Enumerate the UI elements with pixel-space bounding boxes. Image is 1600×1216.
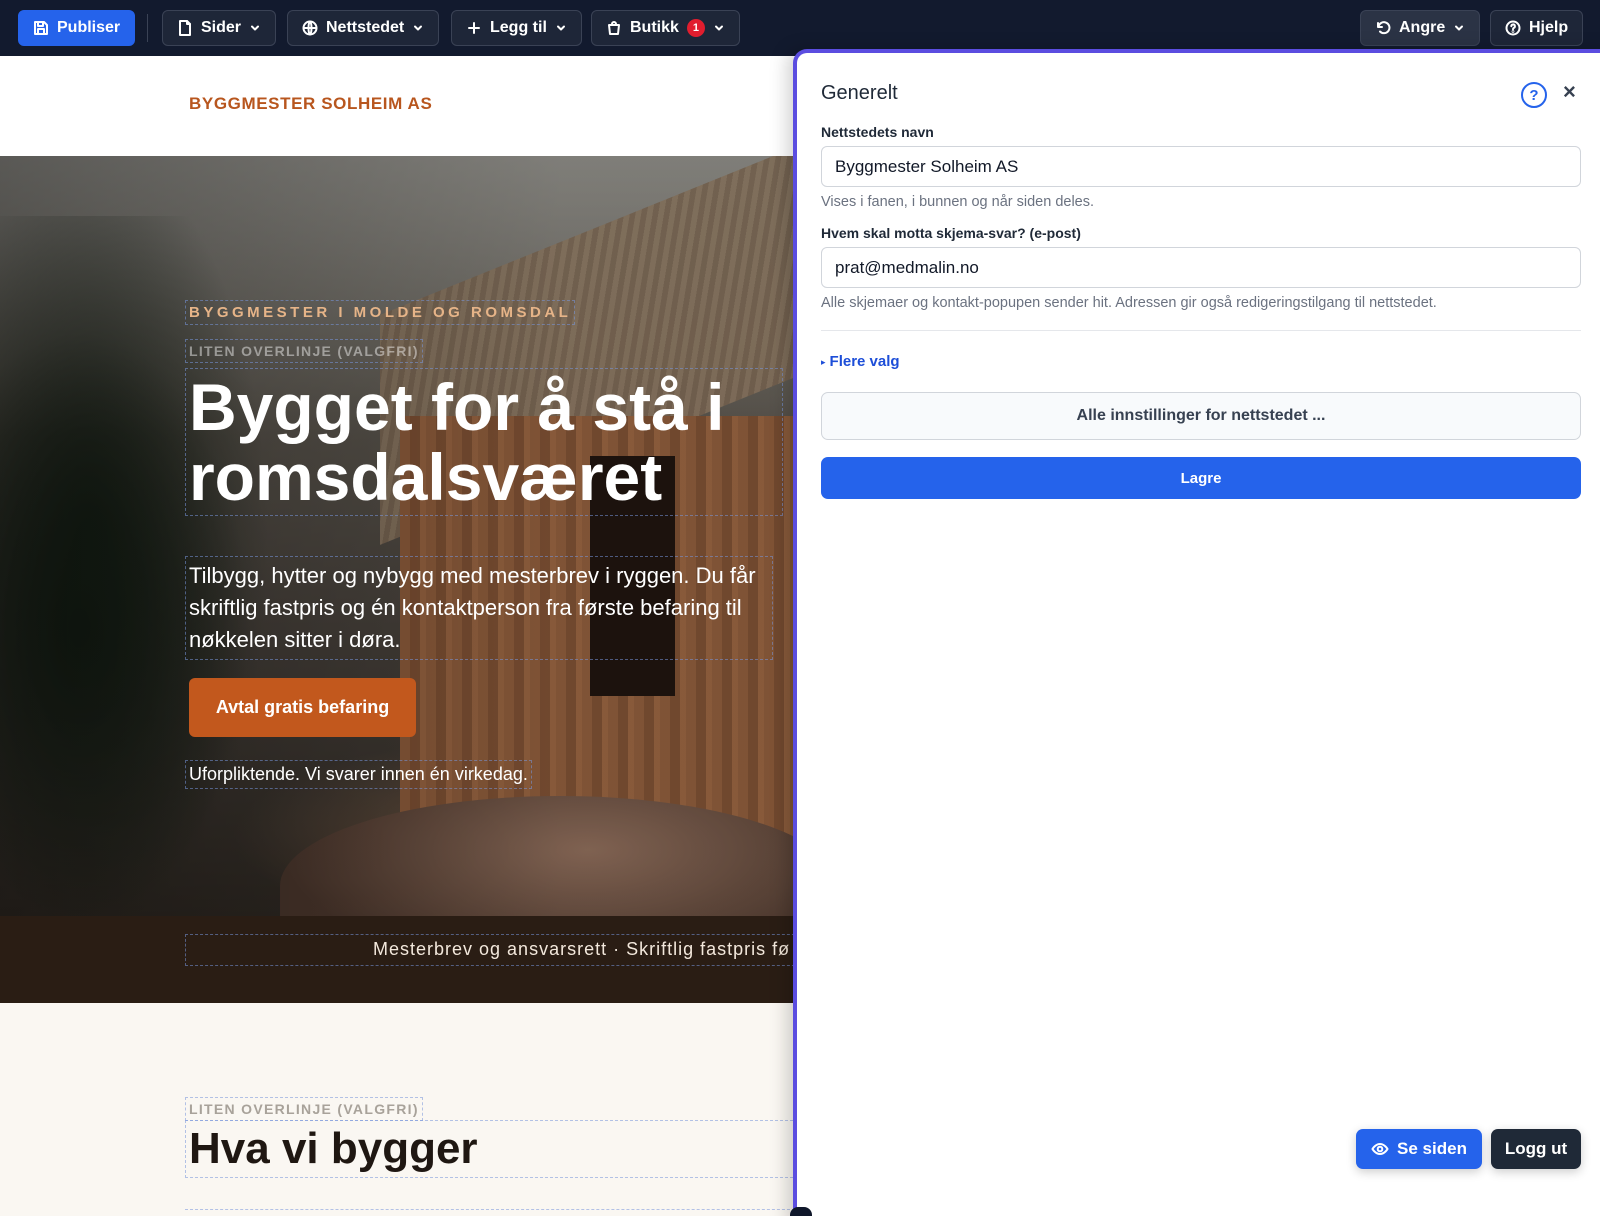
hero-description[interactable]: Tilbygg, hytter og nybygg med mesterbrev…: [185, 556, 773, 660]
eye-icon: [1371, 1142, 1389, 1156]
globe-icon: [302, 20, 318, 36]
hero-overline-placeholder[interactable]: LITEN OVERLINJE (VALGFRI): [185, 339, 423, 363]
save-button[interactable]: Lagre: [821, 457, 1581, 499]
shop-count-badge: 1: [686, 19, 705, 37]
editor-toolbar: Publiser Sider Nettstedet Legg til Butik…: [0, 0, 1600, 56]
shopping-bag-icon: [608, 21, 620, 35]
undo-label: Angre: [1399, 19, 1446, 36]
help-icon[interactable]: ?: [1521, 82, 1547, 108]
email-hint: Alle skjemaer og kontakt-popupen sender …: [821, 295, 1437, 311]
undo-icon: [1377, 21, 1391, 35]
hero-eyebrow[interactable]: BYGGMESTER I MOLDE OG ROMSDAL: [184, 300, 576, 325]
hero-title[interactable]: Bygget for å stå i romsdalsværet: [185, 368, 783, 516]
chevron-down-icon: [714, 25, 723, 31]
undo-menu-button[interactable]: Angre: [1360, 10, 1481, 46]
plus-icon: [468, 22, 480, 34]
logout-button[interactable]: Logg ut: [1491, 1129, 1581, 1169]
page-icon: [179, 20, 191, 36]
site-menu-button[interactable]: Nettstedet: [287, 10, 440, 46]
site-label: Nettstedet: [326, 19, 405, 36]
add-menu-button[interactable]: Legg til: [451, 10, 582, 46]
caret-right-icon: ▸: [821, 356, 826, 367]
hero-section: [0, 156, 800, 916]
add-label: Legg til: [490, 19, 547, 36]
view-site-label: Se siden: [1397, 1139, 1467, 1158]
next-editable-block[interactable]: [185, 1209, 805, 1216]
hero-image-overlay: [0, 156, 800, 916]
site-name-input[interactable]: Byggmester Solheim AS: [821, 146, 1581, 187]
panel-divider: [821, 330, 1581, 331]
view-site-button[interactable]: Se siden: [1356, 1129, 1482, 1169]
site-logo[interactable]: BYGGMESTER SOLHEIM AS: [189, 94, 432, 114]
shop-label: Butikk: [630, 19, 679, 36]
chevron-down-icon: [1455, 25, 1464, 31]
help-label: Hjelp: [1529, 19, 1569, 36]
hero-note[interactable]: Uforpliktende. Vi svarer innen én virked…: [185, 760, 532, 789]
trust-stripe: Mesterbrev og ansvarsrett · Skriftlig fa…: [0, 916, 800, 1003]
shop-menu-button[interactable]: Butikk 1: [591, 10, 740, 46]
more-options-label: Flere valg: [829, 353, 900, 370]
pages-label: Sider: [201, 19, 242, 36]
site-name-label: Nettstedets navn: [821, 124, 934, 140]
panel-resize-handle[interactable]: [790, 1207, 812, 1216]
help-button[interactable]: Hjelp: [1490, 10, 1584, 46]
publish-button[interactable]: Publiser: [18, 10, 136, 46]
trust-stripe-text: Mesterbrev og ansvarsrett · Skriftlig fa…: [373, 939, 791, 959]
close-icon[interactable]: ×: [1563, 79, 1576, 105]
site-header: BYGGMESTER SOLHEIM AS: [0, 56, 800, 156]
help-circle-icon: [1505, 20, 1521, 36]
all-settings-button[interactable]: Alle innstillinger for nettstedet ...: [821, 392, 1581, 440]
section-overline-placeholder[interactable]: LITEN OVERLINJE (VALGFRI): [185, 1097, 423, 1121]
hero-cta-button[interactable]: Avtal gratis befaring: [189, 678, 416, 737]
email-label: Hvem skal motta skjema-svar? (e-post): [821, 225, 1081, 241]
publish-label: Publiser: [57, 19, 121, 36]
chevron-down-icon: [556, 25, 565, 31]
pages-menu-button[interactable]: Sider: [162, 10, 277, 46]
toolbar-divider: [147, 14, 148, 42]
chevron-down-icon: [251, 25, 260, 31]
email-input[interactable]: prat@medmalin.no: [821, 247, 1581, 288]
save-icon: [34, 21, 48, 35]
site-name-hint: Vises i fanen, i bunnen og når siden del…: [821, 194, 1095, 210]
more-options-toggle[interactable]: ▸ Flere valg: [821, 353, 900, 370]
chevron-down-icon: [414, 25, 423, 31]
panel-title: Generelt: [821, 82, 898, 104]
section-title[interactable]: Hva vi bygger: [185, 1120, 813, 1178]
general-settings-panel: Generelt ? × Nettstedets navn Byggmester…: [793, 49, 1600, 1216]
